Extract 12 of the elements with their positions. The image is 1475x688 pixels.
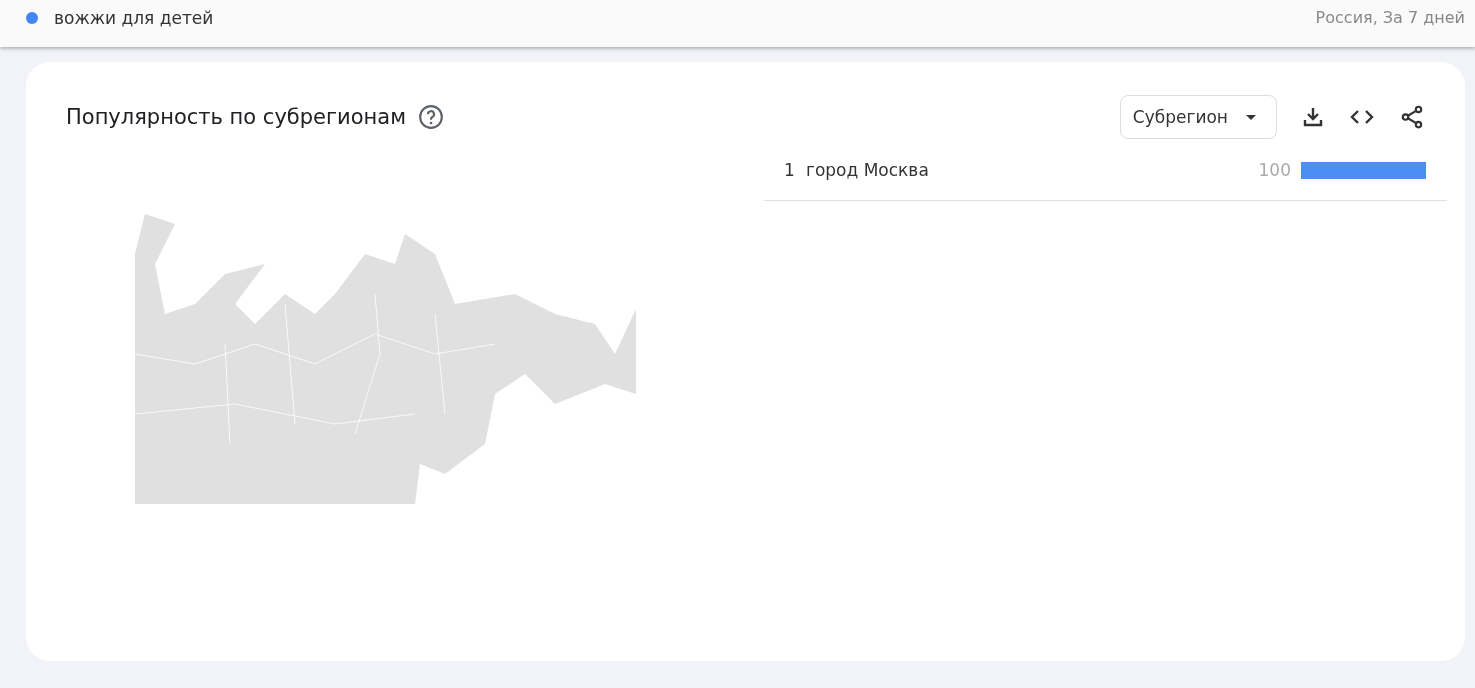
share-icon[interactable] — [1399, 104, 1425, 130]
caret-icon — [1246, 114, 1256, 120]
subregion-dropdown[interactable]: Субрегион — [1119, 95, 1277, 139]
scope-text: Россия, За 7 дней — [1315, 8, 1465, 27]
interest-value: 100 — [1258, 160, 1291, 180]
download-icon[interactable] — [1301, 105, 1325, 129]
panel-title: Популярность по субрегионам — [66, 105, 406, 129]
help-icon[interactable] — [418, 104, 444, 130]
rank-number: 1 — [784, 160, 796, 180]
region-row[interactable]: 1 город Москва 100 — [764, 140, 1447, 201]
region-name: город Москва — [806, 160, 930, 180]
search-term: вожжи для детей — [54, 7, 214, 28]
